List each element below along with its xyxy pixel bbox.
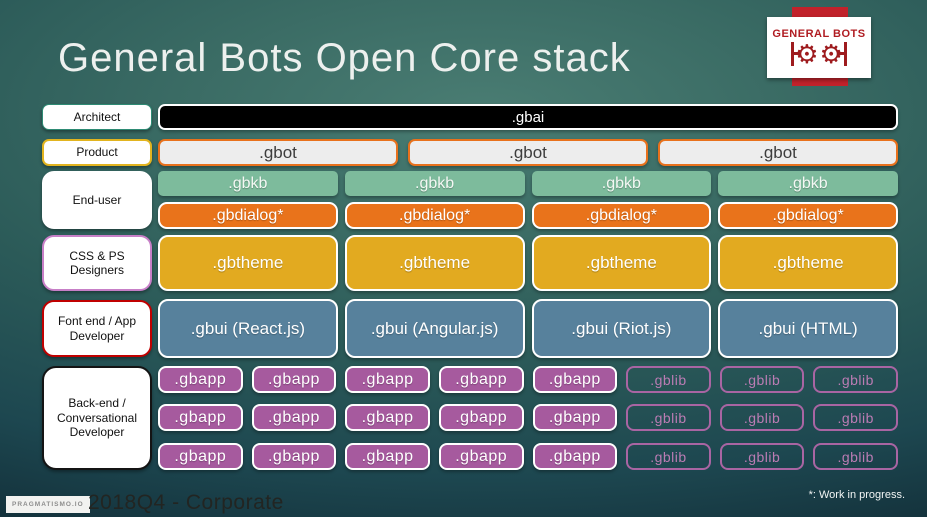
gbtheme-block: .gbtheme [158, 235, 338, 291]
gbapp-block: .gbapp [345, 366, 430, 393]
gbdialog-block: .gbdialog* [158, 202, 338, 229]
row-backend-3: .gbapp .gbapp .gbapp .gbapp .gbapp .gbli… [158, 443, 898, 470]
gbkb-block: .gbkb [344, 171, 525, 196]
gbapp-block: .gbapp [158, 404, 243, 431]
role-label-architect: Architect [42, 104, 152, 130]
gbtheme-block: .gbtheme [718, 235, 898, 291]
gbot-block: .gbot [658, 139, 898, 166]
gblib-block: .gblib [813, 443, 898, 470]
slide-canvas: General Bots Open Core stack GENERAL BOT… [0, 0, 927, 517]
row-gbai: .gbai [158, 104, 898, 130]
gbapp-block: .gbapp [158, 443, 243, 470]
gear-bar-left-icon [791, 42, 802, 66]
gear-bar-right-icon [836, 42, 847, 66]
gbapp-block: .gbapp [345, 443, 430, 470]
gbapp-block: .gbapp [438, 443, 524, 470]
role-label-css-ps-designers: CSS & PS Designers [42, 235, 152, 291]
gblib-block: .gblib [719, 366, 805, 393]
gblib-block: .gblib [813, 366, 898, 393]
gbapp-block: .gbapp [532, 443, 618, 470]
page-title: General Bots Open Core stack [58, 36, 631, 80]
gears-icon: ⚙ ⚙ [791, 41, 847, 67]
gbkb-block: .gbkb [718, 171, 898, 196]
row-gbot: .gbot .gbot .gbot [158, 139, 898, 166]
row-backend-2: .gbapp .gbapp .gbapp .gbapp .gbapp .gbli… [158, 404, 898, 431]
gbapp-block: .gbapp [345, 404, 430, 431]
row-gbtheme: .gbtheme .gbtheme .gbtheme .gbtheme [158, 235, 898, 291]
gbdialog-block: .gbdialog* [718, 202, 898, 229]
gbui-riot-block: .gbui (Riot.js) [531, 299, 712, 358]
gbai-block: .gbai [158, 104, 898, 130]
role-label-back-end-conversational-developer: Back-end / Conversational Developer [42, 366, 152, 470]
gbkb-block: .gbkb [158, 171, 338, 196]
row-gbkb: .gbkb .gbkb .gbkb .gbkb [158, 171, 898, 196]
row-gbui: .gbui (React.js) .gbui (Angular.js) .gbu… [158, 299, 898, 358]
role-label-front-end-app-developer: Font end / App Developer [42, 300, 152, 357]
gblib-block: .gblib [626, 404, 711, 431]
gblib-block: .gblib [719, 404, 805, 431]
gbapp-block: .gbapp [438, 366, 524, 393]
gbui-react-block: .gbui (React.js) [158, 299, 338, 358]
gbapp-block: .gbapp [532, 404, 618, 431]
edition-text: 2018Q4 - Corporate [88, 491, 284, 514]
gbapp-block: .gbapp [251, 404, 337, 431]
logo-brand-text: GENERAL BOTS [772, 28, 866, 40]
work-in-progress-note: *: Work in progress. [808, 489, 905, 501]
gbapp-block: .gbapp [158, 366, 243, 393]
gbtheme-block: .gbtheme [344, 235, 525, 291]
gbapp-block: .gbapp [438, 404, 524, 431]
gblib-block: .gblib [626, 366, 711, 393]
row-gbdialog: .gbdialog* .gbdialog* .gbdialog* .gbdial… [158, 202, 898, 229]
gbot-block: .gbot [408, 139, 648, 166]
gbapp-block: .gbapp [532, 366, 618, 393]
gblib-block: .gblib [719, 443, 805, 470]
gblib-block: .gblib [813, 404, 898, 431]
gbdialog-block: .gbdialog* [344, 202, 525, 229]
general-bots-logo: GENERAL BOTS ⚙ ⚙ [767, 17, 871, 78]
pragmatismo-logo: PRAGMATISMO.IO [6, 496, 90, 513]
gbapp-block: .gbapp [251, 443, 337, 470]
gbui-html-block: .gbui (HTML) [718, 299, 898, 358]
gbui-angular-block: .gbui (Angular.js) [344, 299, 525, 358]
gbkb-block: .gbkb [531, 171, 712, 196]
gbot-block: .gbot [158, 139, 398, 166]
row-backend-1: .gbapp .gbapp .gbapp .gbapp .gbapp .gbli… [158, 366, 898, 393]
gbdialog-block: .gbdialog* [531, 202, 712, 229]
role-label-end-user: End-user [42, 171, 152, 229]
gbtheme-block: .gbtheme [531, 235, 712, 291]
gblib-block: .gblib [626, 443, 711, 470]
role-label-product: Product [42, 139, 152, 166]
gbapp-block: .gbapp [251, 366, 337, 393]
